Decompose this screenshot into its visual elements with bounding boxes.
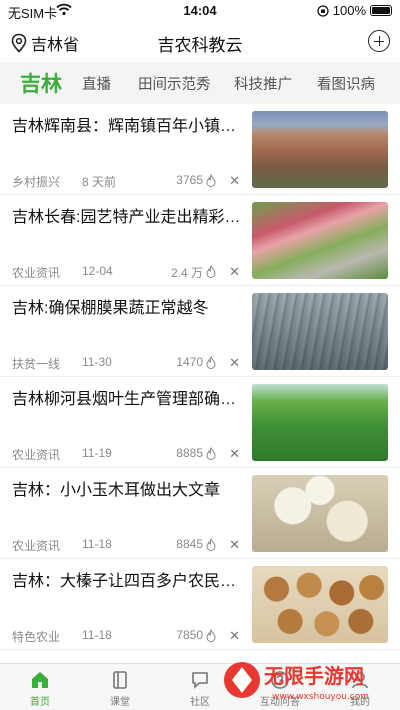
news-thumbnail[interactable] (252, 475, 388, 552)
news-title[interactable]: 吉林辉南县：辉南镇百年小镇焕发新活力 (12, 117, 244, 137)
close-icon[interactable]: ✕ (229, 446, 240, 462)
news-date: 11-18 (82, 628, 112, 642)
tab-field-demo[interactable]: 田间示范秀 (138, 73, 211, 94)
location-label: 吉林省 (31, 37, 80, 54)
news-thumbnail[interactable] (252, 111, 388, 188)
home-icon (32, 672, 48, 688)
close-icon[interactable]: ✕ (229, 537, 240, 553)
flame-icon (206, 447, 216, 460)
tab-community[interactable]: 社区 (160, 670, 240, 708)
news-item[interactable]: 吉林：小小玉木耳做出大文章 农业资讯 11-18 8845 ✕ (0, 468, 400, 559)
news-views: 1470 (176, 355, 203, 369)
news-thumbnail[interactable] (252, 293, 388, 370)
bottom-tab-bar: 首页 课堂 社区 互动问答 我的 (0, 663, 400, 710)
tab-qa[interactable]: 互动问答 (240, 670, 320, 708)
news-date: 11-30 (82, 355, 112, 369)
news-date: 11-18 (82, 537, 112, 551)
tab-tech-promotion[interactable]: 科技推广 (234, 73, 292, 94)
battery-icon (370, 5, 392, 16)
tab-class[interactable]: 课堂 (80, 670, 160, 708)
status-right: 100% (317, 3, 392, 18)
tab-qa-label: 互动问答 (260, 697, 300, 708)
news-date: 12-04 (82, 264, 113, 278)
news-source: 扶贫一线 (12, 357, 61, 371)
tab-class-label: 课堂 (110, 697, 130, 708)
news-feed: 吉林辉南县：辉南镇百年小镇焕发新活力 乡村振兴 8 天前 3765 ✕ 吉林长春… (0, 104, 400, 650)
flame-icon (206, 265, 216, 278)
status-bar: 无SIM卡 14:04 100% (0, 0, 400, 22)
news-thumbnail[interactable] (252, 566, 388, 643)
person-icon (352, 672, 368, 689)
news-meta: 农业资讯 11-19 8885 ✕ (12, 446, 248, 462)
news-views: 8845 (176, 537, 203, 551)
news-item[interactable]: 吉林柳河县烟叶生产管理部确保丰收 农业资讯 11-19 8885 ✕ (0, 377, 400, 468)
close-icon[interactable]: ✕ (229, 173, 240, 189)
news-item[interactable]: 吉林长春:园艺特产业走出精彩之路 农业资讯 12-04 2.4 万 ✕ (0, 195, 400, 286)
news-date: 11-19 (82, 446, 112, 460)
news-source: 农业资讯 (12, 266, 61, 280)
close-icon[interactable]: ✕ (229, 355, 240, 371)
flame-icon (206, 174, 216, 187)
flame-icon (206, 356, 216, 369)
news-source: 农业资讯 (12, 448, 61, 462)
news-thumbnail[interactable] (252, 202, 388, 279)
news-item[interactable]: 吉林:确保棚膜果蔬正常越冬 扶贫一线 11-30 1470 ✕ (0, 286, 400, 377)
chat-icon (192, 672, 208, 689)
location-selector[interactable]: 吉林省 (10, 31, 79, 55)
tab-home[interactable]: 首页 (0, 670, 80, 708)
tab-community-label: 社区 (190, 697, 210, 708)
question-icon (271, 671, 289, 689)
tab-me[interactable]: 我的 (320, 670, 400, 708)
news-views: 3765 (176, 173, 203, 187)
tab-me-label: 我的 (350, 697, 370, 708)
tab-jilin[interactable]: 吉林 (20, 68, 62, 98)
tab-live[interactable]: 直播 (82, 73, 111, 94)
news-title[interactable]: 吉林长春:园艺特产业走出精彩之路 (12, 208, 244, 228)
news-meta: 特色农业 11-18 7850 ✕ (12, 628, 248, 644)
book-icon (113, 671, 127, 689)
news-title[interactable]: 吉林：小小玉木耳做出大文章 (12, 481, 244, 501)
news-meta: 扶贫一线 11-30 1470 ✕ (12, 355, 248, 371)
close-icon[interactable]: ✕ (229, 264, 240, 280)
nav-bar: 吉林省 吉农科教云 (0, 22, 400, 62)
news-item[interactable]: 吉林：大榛子让四百多户农民增收 特色农业 11-18 7850 ✕ (0, 559, 400, 650)
plus-circle-icon[interactable] (368, 30, 390, 52)
news-views: 8885 (176, 446, 203, 460)
close-icon[interactable]: ✕ (229, 628, 240, 644)
news-title[interactable]: 吉林：大榛子让四百多户农民增收 (12, 572, 244, 592)
news-meta: 农业资讯 12-04 2.4 万 ✕ (12, 264, 248, 280)
battery-percent: 100% (332, 3, 366, 18)
news-source: 特色农业 (12, 630, 61, 644)
tab-pest-id[interactable]: 看图识病 (317, 73, 375, 94)
news-source: 农业资讯 (12, 539, 61, 553)
news-source: 乡村振兴 (12, 175, 61, 189)
news-item[interactable]: 吉林辉南县：辉南镇百年小镇焕发新活力 乡村振兴 8 天前 3765 ✕ (0, 104, 400, 195)
news-meta: 乡村振兴 8 天前 3765 ✕ (12, 173, 248, 189)
news-title[interactable]: 吉林:确保棚膜果蔬正常越冬 (12, 299, 244, 319)
tab-home-label: 首页 (30, 697, 50, 708)
orientation-lock-icon (317, 4, 329, 17)
news-title[interactable]: 吉林柳河县烟叶生产管理部确保丰收 (12, 390, 244, 410)
news-views: 7850 (176, 628, 203, 642)
location-pin-icon (11, 33, 27, 53)
flame-icon (206, 629, 216, 642)
news-views: 2.4 万 (170, 266, 203, 280)
category-tabs: 吉林 直播 田间示范秀 科技推广 看图识病 (0, 62, 400, 104)
flame-icon (206, 538, 216, 551)
news-meta: 农业资讯 11-18 8845 ✕ (12, 537, 248, 553)
news-date: 8 天前 (82, 175, 117, 189)
news-thumbnail[interactable] (252, 384, 388, 461)
